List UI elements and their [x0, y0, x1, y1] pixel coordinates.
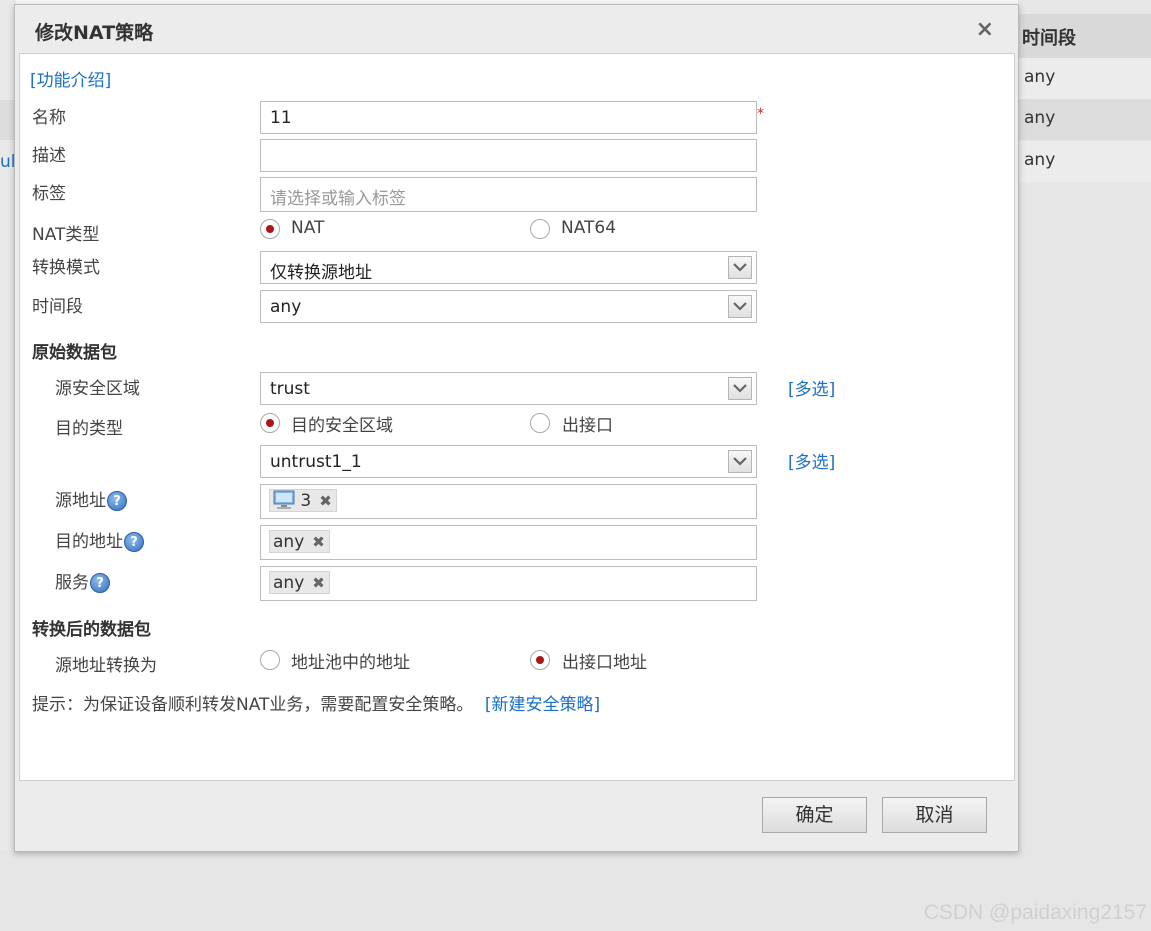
new-security-policy-link[interactable]: [新建安全策略] — [485, 695, 600, 715]
dest-address-label: 目的地址? — [55, 527, 144, 552]
cancel-button[interactable]: 取消 — [882, 797, 987, 833]
source-convert-label: 源地址转换为 — [55, 656, 157, 676]
description-input[interactable] — [260, 139, 757, 172]
radio-out-interface[interactable] — [530, 413, 550, 433]
address-tag-text: any — [273, 532, 305, 552]
tags-placeholder: 请选择或输入标签 — [270, 189, 406, 209]
source-zone-value: trust — [270, 379, 310, 399]
radio-out-interface-address[interactable] — [530, 650, 550, 670]
ok-button[interactable]: 确定 — [762, 797, 867, 833]
radio-dest-zone-label: 目的安全区域 — [291, 416, 393, 436]
tags-input[interactable]: 请选择或输入标签 — [260, 177, 757, 212]
source-zone-label: 源安全区域 — [55, 379, 140, 399]
address-tag: 3 ✖ — [269, 489, 337, 512]
dest-address-label-text: 目的地址 — [55, 532, 123, 552]
remove-tag-icon[interactable]: ✖ — [319, 492, 332, 510]
radio-nat64[interactable] — [530, 219, 550, 239]
computer-icon — [273, 490, 295, 509]
radio-address-pool-label: 地址池中的地址 — [291, 653, 410, 673]
dialog-footer: 确定 取消 — [15, 785, 1018, 851]
dialog-title: 修改NAT策略 — [35, 22, 154, 44]
dest-type-label: 目的类型 — [55, 419, 123, 439]
radio-address-pool[interactable] — [260, 650, 280, 670]
source-zone-select[interactable]: trust — [260, 372, 757, 405]
time-range-label: 时间段 — [32, 297, 83, 317]
service-label-text: 服务 — [55, 573, 89, 593]
service-field[interactable]: any ✖ — [260, 566, 757, 601]
dialog-body: [功能介绍] 名称 11 * 描述 标签 请选择或输入标签 NAT类型 NAT … — [19, 53, 1015, 781]
original-packet-title: 原始数据包 — [32, 343, 117, 363]
watermark: CSDN @paidaxing2157 — [923, 901, 1147, 924]
table-row[interactable]: any — [1018, 99, 1151, 140]
tags-label: 标签 — [32, 184, 66, 204]
chevron-down-icon[interactable] — [728, 295, 752, 318]
close-icon[interactable]: × — [976, 17, 994, 42]
source-address-label-text: 源地址 — [55, 491, 106, 511]
help-icon[interactable]: ? — [107, 491, 127, 511]
convert-mode-value: 仅转换源地址 — [270, 263, 372, 283]
time-range-select[interactable]: any — [260, 290, 757, 323]
required-mark: * — [757, 106, 764, 122]
chevron-down-icon[interactable] — [728, 377, 752, 400]
radio-nat[interactable] — [260, 219, 280, 239]
service-tag-text: any — [273, 573, 305, 593]
dest-address-field[interactable]: any ✖ — [260, 525, 757, 560]
converted-packet-title: 转换后的数据包 — [32, 620, 151, 640]
radio-dest-zone[interactable] — [260, 413, 280, 433]
nat-type-label: NAT类型 — [32, 225, 100, 245]
description-label: 描述 — [32, 146, 66, 166]
chevron-down-icon[interactable] — [728, 450, 752, 473]
dest-zone-select[interactable]: untrust1_1 — [260, 445, 757, 478]
remove-tag-icon[interactable]: ✖ — [312, 533, 325, 551]
hint: 提示：为保证设备顺利转发NAT业务，需要配置安全策略。 [新建安全策略] — [32, 690, 600, 715]
convert-mode-label: 转换模式 — [32, 258, 100, 278]
dest-zone-multi-link[interactable]: [多选] — [788, 448, 835, 473]
help-icon[interactable]: ? — [124, 532, 144, 552]
address-tag-text: 3 — [300, 491, 312, 511]
time-range-value: any — [270, 297, 302, 317]
convert-mode-select[interactable]: 仅转换源地址 — [260, 251, 757, 284]
radio-nat64-label: NAT64 — [561, 218, 617, 238]
remove-tag-icon[interactable]: ✖ — [312, 574, 325, 592]
intro-link[interactable]: [功能介绍] — [30, 66, 111, 91]
chevron-down-icon[interactable] — [728, 256, 752, 279]
help-icon[interactable]: ? — [90, 573, 110, 593]
hint-text: 提示：为保证设备顺利转发NAT业务，需要配置安全策略。 — [32, 695, 474, 715]
source-address-label: 源地址? — [55, 486, 127, 511]
radio-nat-label: NAT — [291, 218, 325, 238]
background-table-header: 时间段 — [1018, 14, 1151, 58]
source-zone-multi-link[interactable]: [多选] — [788, 375, 835, 400]
source-address-field[interactable]: 3 ✖ — [260, 484, 757, 519]
background-table: 时间段 any any any — [1018, 0, 1151, 931]
address-tag: any ✖ — [269, 530, 330, 553]
table-row[interactable]: any — [1018, 58, 1151, 99]
radio-out-interface-label: 出接口 — [562, 416, 613, 436]
service-tag: any ✖ — [269, 571, 330, 594]
dest-zone-value: untrust1_1 — [270, 452, 362, 472]
service-label: 服务? — [55, 568, 110, 593]
name-input[interactable]: 11 — [260, 101, 757, 134]
table-row[interactable]: any — [1018, 141, 1151, 182]
name-label: 名称 — [32, 108, 66, 128]
radio-out-interface-address-label: 出接口地址 — [562, 653, 647, 673]
edit-nat-policy-dialog: 修改NAT策略 × [功能介绍] 名称 11 * 描述 标签 请选择或输入标签 … — [14, 4, 1019, 852]
